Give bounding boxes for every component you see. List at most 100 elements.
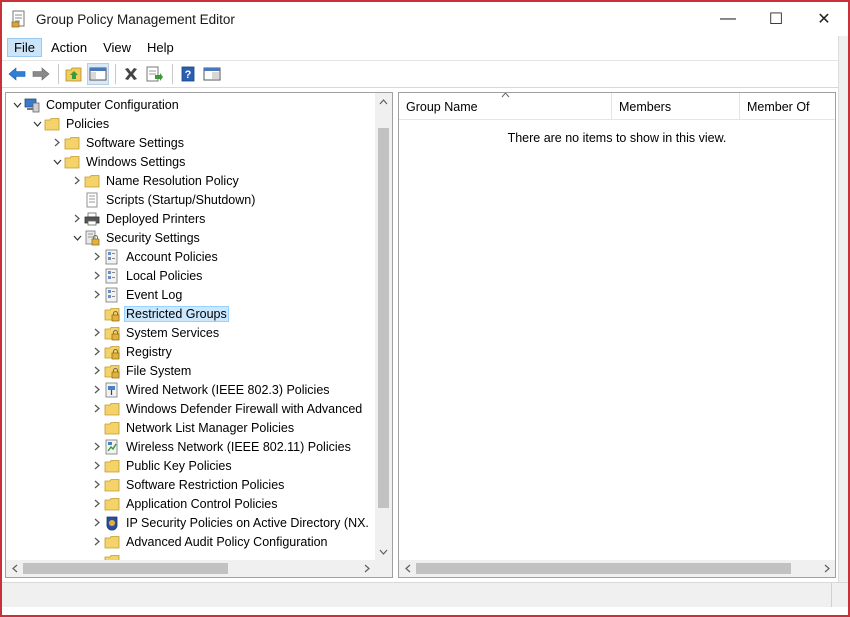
tree-item-scripts[interactable]: Scripts (Startup/Shutdown) — [70, 190, 257, 209]
menu-file[interactable]: File — [7, 37, 42, 57]
tree-vertical-scrollbar[interactable] — [375, 93, 392, 560]
scroll-down-icon[interactable] — [375, 543, 392, 560]
chevron-down-icon[interactable] — [10, 95, 24, 114]
column-header-members[interactable]: Members — [612, 93, 740, 120]
delete-button[interactable] — [120, 63, 142, 85]
maximize-button[interactable]: ☐ — [752, 2, 800, 36]
chevron-down-icon[interactable] — [50, 152, 64, 171]
tree-item-system-services[interactable]: System Services — [90, 323, 221, 342]
scroll-up-icon[interactable] — [375, 93, 392, 110]
title-bar[interactable]: Group Policy Management Editor — ☐ ✕ — [2, 2, 848, 36]
menu-help[interactable]: Help — [140, 38, 181, 57]
tree-item-ip-security-policies[interactable]: IP Security Policies on Active Directory… — [90, 513, 371, 532]
up-one-level-button[interactable] — [63, 63, 85, 85]
chevron-right-icon[interactable] — [90, 494, 104, 513]
close-button[interactable]: ✕ — [800, 2, 848, 36]
locked-folder-icon — [104, 326, 120, 340]
scroll-left-icon[interactable] — [6, 560, 23, 577]
chevron-right-icon[interactable] — [90, 285, 104, 304]
show-hide-tree-button[interactable] — [87, 63, 109, 85]
tree-item-software-settings[interactable]: Software Settings — [50, 133, 186, 152]
menu-action[interactable]: Action — [44, 38, 94, 57]
column-header-group-name[interactable]: Group Name — [399, 93, 612, 120]
status-segment — [2, 583, 832, 607]
chevron-right-icon[interactable] — [90, 437, 104, 456]
tree-item-windows-defender-firewall[interactable]: Windows Defender Firewall with Advanced — [90, 399, 364, 418]
up-folder-icon — [65, 67, 82, 82]
tree-item-network-list-manager[interactable]: Network List Manager Policies — [90, 418, 296, 437]
scrollbar-thumb[interactable] — [23, 563, 228, 574]
chevron-right-icon[interactable] — [90, 247, 104, 266]
scrollbar-thumb[interactable] — [378, 128, 389, 508]
toolbar-separator — [115, 64, 116, 84]
app-window: Group Policy Management Editor — ☐ ✕ Fil… — [0, 0, 850, 617]
column-header-member-of[interactable]: Member Of — [740, 93, 835, 120]
tree-item-wireless-network[interactable]: Wireless Network (IEEE 802.11) Policies — [90, 437, 353, 456]
chevron-down-icon[interactable] — [30, 114, 44, 133]
chevron-right-icon[interactable] — [90, 475, 104, 494]
tree-horizontal-scrollbar[interactable] — [6, 560, 392, 577]
menu-view[interactable]: View — [96, 38, 138, 57]
properties-button[interactable] — [201, 63, 223, 85]
scroll-right-icon[interactable] — [818, 560, 835, 577]
list-horizontal-scrollbar[interactable] — [399, 560, 835, 577]
chevron-right-icon[interactable] — [50, 133, 64, 152]
help-button[interactable]: ? — [177, 63, 199, 85]
tree-item-wired-network[interactable]: Wired Network (IEEE 802.3) Policies — [90, 380, 332, 399]
tree-label: Account Policies — [126, 249, 218, 264]
tree-label: Scripts (Startup/Shutdown) — [106, 192, 256, 207]
console-tree-pane[interactable]: Computer Configuration Policies Software… — [5, 92, 393, 578]
policy-document-icon — [105, 287, 118, 302]
scrollbar-thumb[interactable] — [416, 563, 791, 574]
tree-item-account-policies[interactable]: Account Policies — [90, 247, 220, 266]
minimize-button[interactable]: — — [704, 2, 752, 36]
chevron-right-icon[interactable] — [70, 171, 84, 190]
scroll-left-icon[interactable] — [399, 560, 416, 577]
chevron-right-icon[interactable] — [70, 209, 84, 228]
security-settings-icon — [85, 230, 100, 245]
tree-label: Wireless Network (IEEE 802.11) Policies — [126, 439, 351, 454]
back-button[interactable] — [6, 63, 28, 85]
tree-item-restricted-groups[interactable]: Restricted Groups — [90, 304, 229, 323]
chevron-right-icon[interactable] — [90, 361, 104, 380]
tree-item-file-system[interactable]: File System — [90, 361, 193, 380]
tree-item-windows-settings[interactable]: Windows Settings — [50, 152, 187, 171]
tree-item-name-resolution-policy[interactable]: Name Resolution Policy — [70, 171, 241, 190]
back-arrow-icon — [8, 67, 26, 81]
tree-item-software-restriction-policies[interactable]: Software Restriction Policies — [90, 475, 286, 494]
chevron-right-icon[interactable] — [90, 266, 104, 285]
gpme-app-icon — [11, 10, 25, 28]
tree-label: Software Settings — [86, 135, 184, 150]
tree-item-security-settings[interactable]: Security Settings — [70, 228, 202, 247]
tree-item-computer-configuration[interactable]: Computer Configuration — [10, 95, 181, 114]
tree-item-policies[interactable]: Policies — [30, 114, 111, 133]
chevron-right-icon[interactable] — [90, 456, 104, 475]
tree-label: Network List Manager Policies — [126, 420, 295, 435]
forward-button[interactable] — [30, 63, 52, 85]
chevron-right-icon[interactable] — [90, 399, 104, 418]
tree-item-deployed-printers[interactable]: Deployed Printers — [70, 209, 207, 228]
tree-item-event-log[interactable]: Event Log — [90, 285, 184, 304]
column-label: Member Of — [747, 99, 810, 114]
tree-item-local-policies[interactable]: Local Policies — [90, 266, 204, 285]
export-list-button[interactable] — [144, 63, 166, 85]
tree-label: Software Restriction Policies — [126, 477, 285, 492]
tree-item-public-key-policies[interactable]: Public Key Policies — [90, 456, 234, 475]
wireless-network-icon — [105, 439, 118, 454]
chevron-right-icon[interactable] — [90, 342, 104, 361]
export-list-icon — [146, 66, 163, 82]
tree-label: Public Key Policies — [126, 458, 232, 473]
result-list-pane[interactable]: Group Name Members Member Of There are n… — [398, 92, 836, 578]
chevron-right-icon[interactable] — [90, 380, 104, 399]
toolbar: ? — [2, 60, 848, 88]
chevron-right-icon[interactable] — [90, 532, 104, 551]
chevron-right-icon[interactable] — [90, 323, 104, 342]
scroll-right-icon[interactable] — [358, 560, 375, 577]
tree-item-application-control-policies[interactable]: Application Control Policies — [90, 494, 279, 513]
window-controls: — ☐ ✕ — [704, 2, 848, 36]
tree-item-advanced-audit-policy[interactable]: Advanced Audit Policy Configuration — [90, 532, 330, 551]
chevron-right-icon[interactable] — [90, 513, 104, 532]
folder-icon — [104, 535, 120, 548]
tree-item-registry[interactable]: Registry — [90, 342, 174, 361]
chevron-down-icon[interactable] — [70, 228, 84, 247]
